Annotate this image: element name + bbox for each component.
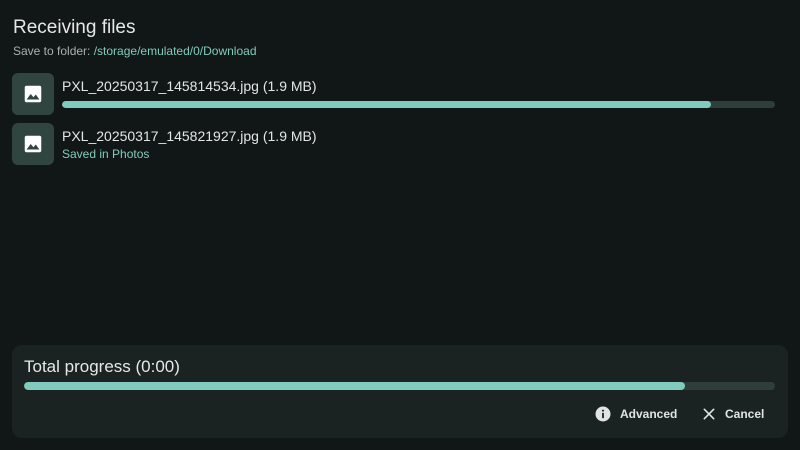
file-name: PXL_20250317_145821927.jpg (1.9 MB) bbox=[62, 128, 317, 144]
total-progress-bar bbox=[24, 382, 775, 390]
file-name: PXL_20250317_145814534.jpg (1.9 MB) bbox=[62, 78, 317, 94]
cancel-label: Cancel bbox=[725, 407, 765, 421]
file-list: PXL_20250317_145814534.jpg (1.9 MB) PXL_… bbox=[12, 73, 775, 173]
advanced-button[interactable]: Advanced bbox=[594, 402, 677, 426]
save-folder-path: /storage/emulated/0/Download bbox=[93, 44, 257, 58]
file-progress-bar bbox=[62, 101, 775, 108]
total-progress-fill bbox=[24, 382, 685, 390]
total-progress-card: Total progress (0:00) Advanced Cancel bbox=[12, 345, 788, 438]
save-folder-line: Save to folder: /storage/emulated/0/Down… bbox=[13, 43, 257, 59]
total-progress-label: Total progress (0:00) bbox=[24, 357, 180, 376]
file-thumbnail bbox=[12, 123, 54, 165]
file-item: PXL_20250317_145814534.jpg (1.9 MB) bbox=[12, 73, 775, 115]
image-icon bbox=[24, 85, 42, 103]
file-progress-fill bbox=[62, 101, 711, 108]
page-title: Receiving files bbox=[13, 17, 136, 38]
header: Receiving files Save to folder: /storage… bbox=[13, 16, 257, 59]
file-thumbnail bbox=[12, 73, 54, 115]
cancel-button[interactable]: Cancel bbox=[701, 402, 764, 426]
file-status: Saved in Photos bbox=[62, 147, 150, 161]
receive-screen: Receiving files Save to folder: /storage… bbox=[0, 0, 800, 450]
file-item: PXL_20250317_145821927.jpg (1.9 MB) Save… bbox=[12, 123, 775, 165]
image-icon bbox=[24, 135, 42, 153]
save-folder-prefix: Save to folder: bbox=[13, 44, 94, 58]
info-icon bbox=[595, 406, 611, 422]
advanced-label: Advanced bbox=[620, 407, 678, 421]
close-icon bbox=[703, 408, 715, 420]
